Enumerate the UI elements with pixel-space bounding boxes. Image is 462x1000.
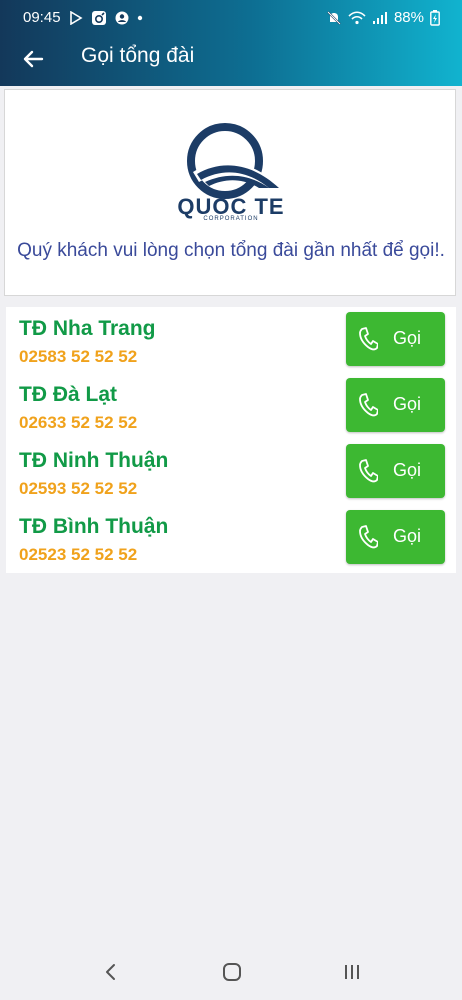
status-time: 09:45 <box>23 9 61 26</box>
home-icon <box>223 963 241 981</box>
call-label: Gọi <box>393 526 422 546</box>
call-button[interactable]: Gọi <box>346 444 445 498</box>
hotline-name: TĐ Bình Thuận <box>19 515 169 538</box>
back-button[interactable] <box>20 46 46 72</box>
call-label: Gọi <box>393 328 422 348</box>
call-button[interactable]: Gọi <box>346 312 445 366</box>
dot-indicator-icon <box>137 15 143 21</box>
hotline-item: TĐ Nha Trang 02583 52 52 52 Gọi <box>6 307 456 373</box>
call-label: Gọi <box>393 394 422 414</box>
battery-percent: 88% <box>393 9 424 26</box>
top-bar: 09:45 88% Gọi tổng đài <box>0 0 462 86</box>
mute-icon <box>326 10 342 26</box>
battery-charging-icon <box>430 9 440 26</box>
account-icon <box>115 11 129 25</box>
hotline-item: TĐ Đà Lạt 02633 52 52 52 Gọi <box>6 373 456 439</box>
instruction-text: Quý khách vui lòng chọn tổng đài gần nhấ… <box>17 240 445 261</box>
phone-icon <box>359 459 378 483</box>
system-nav-bar <box>0 944 462 1000</box>
app-notification-icon <box>91 10 107 26</box>
hotline-name: TĐ Ninh Thuận <box>19 449 169 472</box>
hotline-name: TĐ Đà Lạt <box>19 383 118 406</box>
call-button[interactable]: Gọi <box>346 378 445 432</box>
hotline-item: TĐ Bình Thuận 02523 52 52 52 Gọi <box>6 505 456 571</box>
nav-back-button[interactable] <box>102 962 120 987</box>
info-card: QUOC TE CORPORATION Quý khách vui lòng c… <box>4 89 456 296</box>
nav-home-button[interactable] <box>222 962 242 987</box>
phone-icon <box>359 393 378 417</box>
chevron-left-icon <box>106 964 115 980</box>
signal-icon <box>372 11 388 25</box>
hotline-item: TĐ Ninh Thuận 02593 52 52 52 Gọi <box>6 439 456 505</box>
hotline-name: TĐ Nha Trang <box>19 317 156 340</box>
play-store-icon <box>69 10 83 25</box>
hotline-phone: 02583 52 52 52 <box>19 347 138 366</box>
nav-recent-button[interactable] <box>342 962 362 987</box>
recent-apps-icon <box>345 965 359 979</box>
hotline-phone: 02633 52 52 52 <box>19 413 138 432</box>
status-bar: 09:45 88% <box>0 0 462 36</box>
hotline-phone: 02523 52 52 52 <box>19 545 138 564</box>
app-bar: Gọi tổng đài <box>0 36 462 86</box>
wifi-icon <box>348 10 366 25</box>
call-button[interactable]: Gọi <box>346 510 445 564</box>
phone-icon <box>359 525 378 549</box>
hotline-list: TĐ Nha Trang 02583 52 52 52 Gọi TĐ Đà Lạ… <box>6 307 456 573</box>
hotline-phone: 02593 52 52 52 <box>19 479 138 498</box>
page-title: Gọi tổng đài <box>81 44 195 67</box>
arrow-left-icon <box>23 50 44 68</box>
phone-icon <box>359 327 378 351</box>
brand-subtitle: CORPORATION <box>203 216 259 222</box>
call-label: Gọi <box>393 460 422 480</box>
